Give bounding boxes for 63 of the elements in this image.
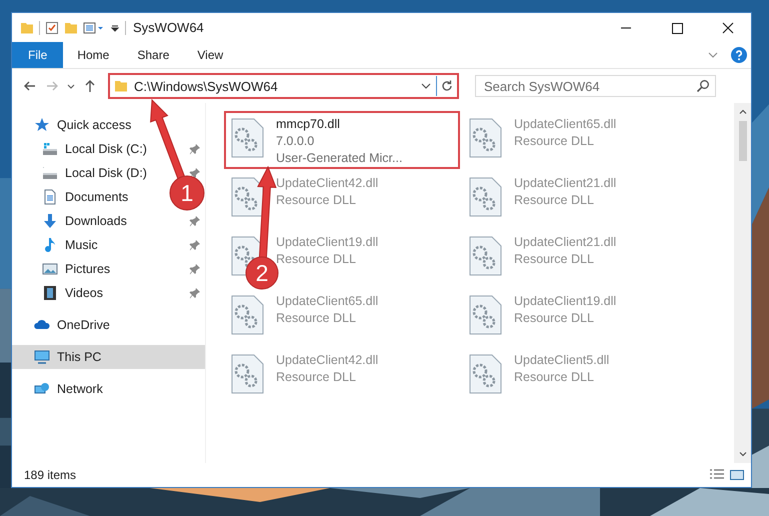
gear-file-icon[interactable] bbox=[230, 177, 264, 217]
drive-icon bbox=[42, 141, 58, 157]
file-name[interactable]: mmcp70.dll bbox=[276, 116, 340, 133]
search-field[interactable]: Search SysWOW64 bbox=[475, 75, 716, 97]
gear-file-icon[interactable] bbox=[230, 118, 264, 158]
file-detail: Resource DLL bbox=[514, 251, 594, 268]
pin-icon[interactable] bbox=[189, 167, 201, 179]
pictures-icon bbox=[42, 261, 58, 277]
refresh-icon[interactable] bbox=[440, 79, 454, 93]
file-detail: Resource DLL bbox=[514, 369, 594, 386]
sidebar-item[interactable]: Network bbox=[12, 377, 109, 401]
large-icons-view-icon[interactable] bbox=[729, 468, 745, 482]
sidebar-item[interactable]: Pictures bbox=[12, 257, 205, 281]
document-icon bbox=[42, 189, 58, 205]
properties-icon[interactable] bbox=[45, 20, 59, 34]
ribbon-tab[interactable]: File bbox=[12, 42, 64, 68]
sidebar-item[interactable]: This PC bbox=[12, 345, 205, 369]
gear-file-icon[interactable] bbox=[468, 118, 502, 158]
file-detail: User-Generated Micr... bbox=[276, 150, 402, 167]
pin-icon[interactable] bbox=[189, 287, 201, 299]
file-detail: 7.0.0.0 bbox=[276, 133, 314, 150]
file-detail: Resource DLL bbox=[276, 192, 356, 209]
sidebar-item[interactable]: Documents bbox=[12, 185, 150, 209]
scroll-thumb[interactable] bbox=[738, 121, 746, 161]
film-icon bbox=[42, 285, 58, 301]
sidebar-item[interactable]: Music bbox=[12, 233, 205, 257]
star-icon bbox=[34, 117, 50, 133]
pin-icon[interactable] bbox=[189, 143, 201, 155]
download-icon bbox=[42, 213, 58, 229]
address-bar[interactable]: C:\Windows\SysWOW64 bbox=[108, 73, 459, 99]
pin-icon[interactable] bbox=[189, 215, 201, 227]
gear-file-icon[interactable] bbox=[230, 354, 264, 394]
file-detail: Resource DLL bbox=[514, 310, 594, 327]
sidebar-item[interactable]: Downloads bbox=[12, 209, 205, 233]
sidebar-item[interactable]: OneDrive bbox=[12, 313, 116, 337]
gear-file-icon[interactable] bbox=[468, 236, 502, 276]
gear-file-icon[interactable] bbox=[468, 354, 502, 394]
search-icon[interactable] bbox=[696, 79, 710, 93]
file-detail: Resource DLL bbox=[276, 310, 356, 327]
pin-icon[interactable] bbox=[189, 239, 201, 251]
ribbon-tab[interactable]: View bbox=[183, 42, 238, 68]
file-detail: Resource DLL bbox=[514, 192, 594, 209]
file-detail: Resource DLL bbox=[514, 133, 594, 150]
sidebar-item[interactable]: Quick access bbox=[12, 113, 138, 137]
file-detail: Resource DLL bbox=[276, 251, 356, 268]
scroll-down-icon[interactable] bbox=[738, 449, 748, 459]
gear-file-icon[interactable] bbox=[468, 295, 502, 335]
gear-file-icon[interactable] bbox=[468, 177, 502, 217]
item-count: 189 items bbox=[24, 468, 76, 482]
monitor-icon bbox=[34, 349, 50, 365]
scrollbar[interactable] bbox=[734, 103, 751, 463]
music-note-icon bbox=[42, 237, 58, 253]
sidebar-item[interactable]: Videos bbox=[12, 281, 205, 305]
address-path: C:\Windows\SysWOW64 bbox=[134, 78, 279, 94]
help-icon[interactable] bbox=[731, 47, 747, 63]
gear-file-icon[interactable] bbox=[230, 295, 264, 335]
folder-icon bbox=[114, 79, 128, 93]
pin-icon[interactable] bbox=[189, 263, 201, 275]
ribbon-tab[interactable]: Share bbox=[123, 42, 184, 68]
ribbon-tab[interactable]: Home bbox=[63, 42, 124, 68]
file-detail: Resource DLL bbox=[276, 369, 356, 386]
window-title: SysWOW64 bbox=[133, 20, 204, 35]
view-options-icon[interactable] bbox=[83, 20, 105, 34]
